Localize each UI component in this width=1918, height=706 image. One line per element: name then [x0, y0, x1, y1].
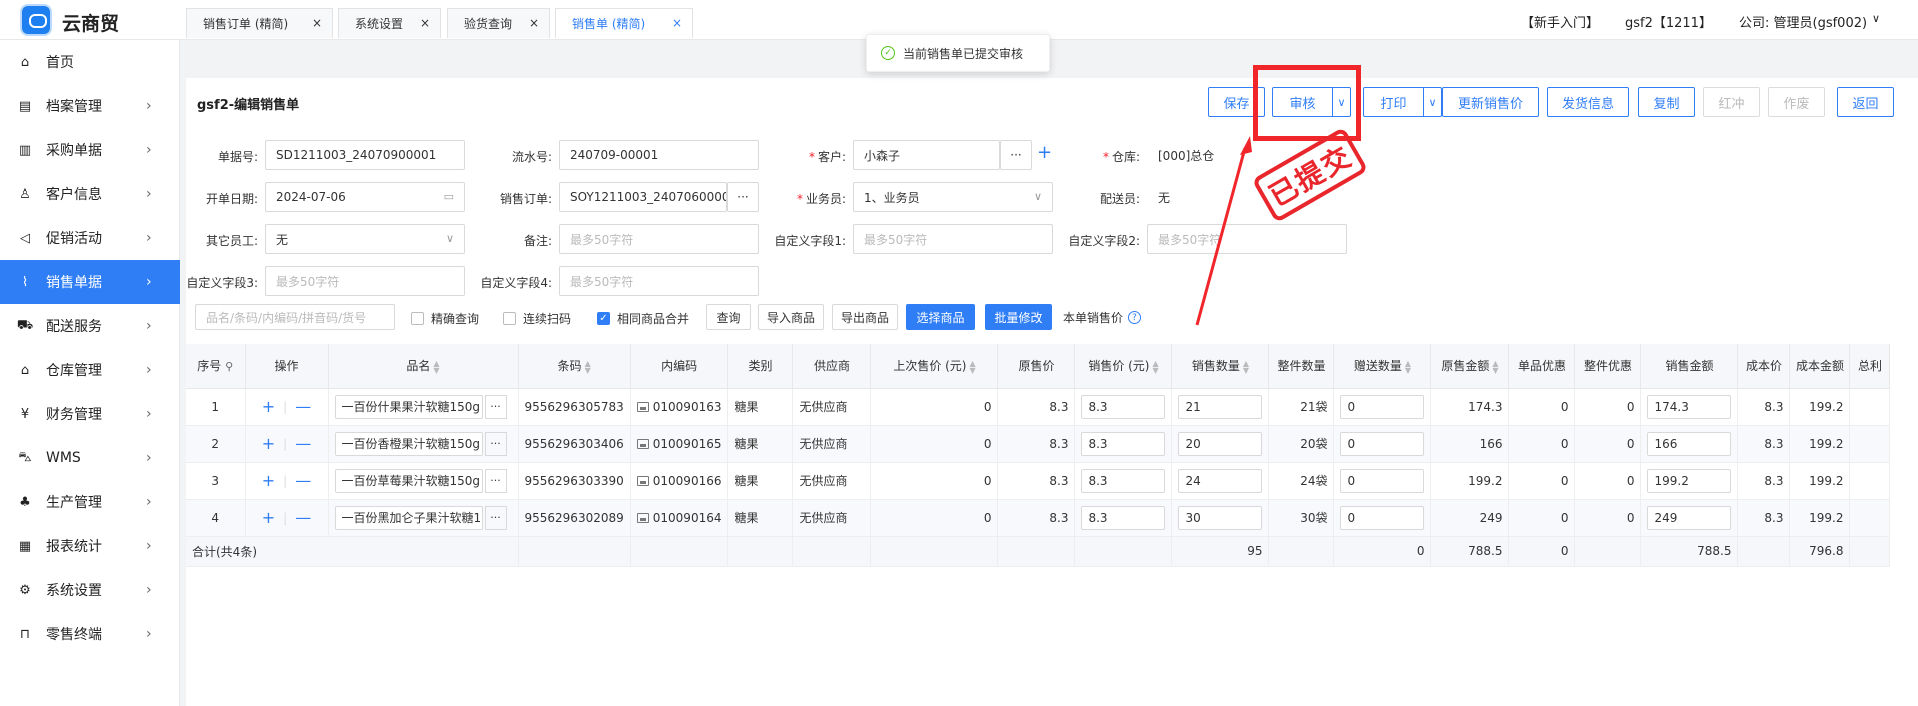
- annotation-arrow: [1195, 136, 1252, 326]
